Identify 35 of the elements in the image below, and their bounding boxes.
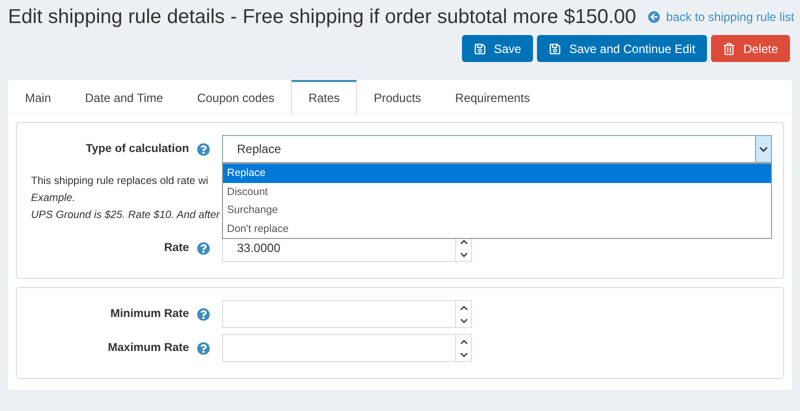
save-icon xyxy=(549,42,562,54)
up-icon xyxy=(460,338,468,346)
save-button[interactable]: Save and Continue Edit xyxy=(537,35,708,62)
description-text: UPS Ground is $25. Rate $10. And after xyxy=(31,208,220,223)
tab[interactable]: Requirements xyxy=(438,80,547,113)
field-label: Minimum Rate xyxy=(110,308,189,320)
help-icon[interactable] xyxy=(197,242,210,254)
rate-input[interactable] xyxy=(222,334,472,362)
field-label: Rate xyxy=(164,242,189,254)
save-button[interactable]: Save xyxy=(462,35,534,62)
help-icon[interactable] xyxy=(197,308,210,320)
description-text: Example. xyxy=(31,191,76,206)
help-icon[interactable] xyxy=(197,342,210,354)
dropdown-option[interactable]: Replace xyxy=(223,164,771,182)
tab[interactable]: Main xyxy=(8,80,68,113)
tab[interactable]: Coupon codes xyxy=(180,80,292,113)
field-label: Maximum Rate xyxy=(108,342,189,354)
rate-input[interactable] xyxy=(222,300,472,328)
description-text: This shipping rule replaces old rate wi xyxy=(31,174,208,189)
back-icon xyxy=(648,11,660,23)
down-icon xyxy=(460,316,468,324)
up-icon xyxy=(460,238,468,246)
down-icon xyxy=(460,350,468,358)
delete-button[interactable]: Delete xyxy=(711,35,790,62)
trash-icon xyxy=(723,42,736,54)
field-label: Type of calculation xyxy=(86,143,189,155)
tab[interactable]: Date and Time xyxy=(68,80,180,113)
tab[interactable]: Products xyxy=(356,80,438,113)
up-icon xyxy=(460,304,468,312)
caret-icon xyxy=(759,144,768,154)
save-icon xyxy=(474,42,486,54)
help-icon[interactable] xyxy=(197,142,210,156)
down-icon xyxy=(460,250,468,258)
page-title: Edit shipping rule details - Free shipping if order subtotal more $150.00 xyxy=(8,6,636,29)
tab[interactable]: Rates xyxy=(291,80,357,113)
